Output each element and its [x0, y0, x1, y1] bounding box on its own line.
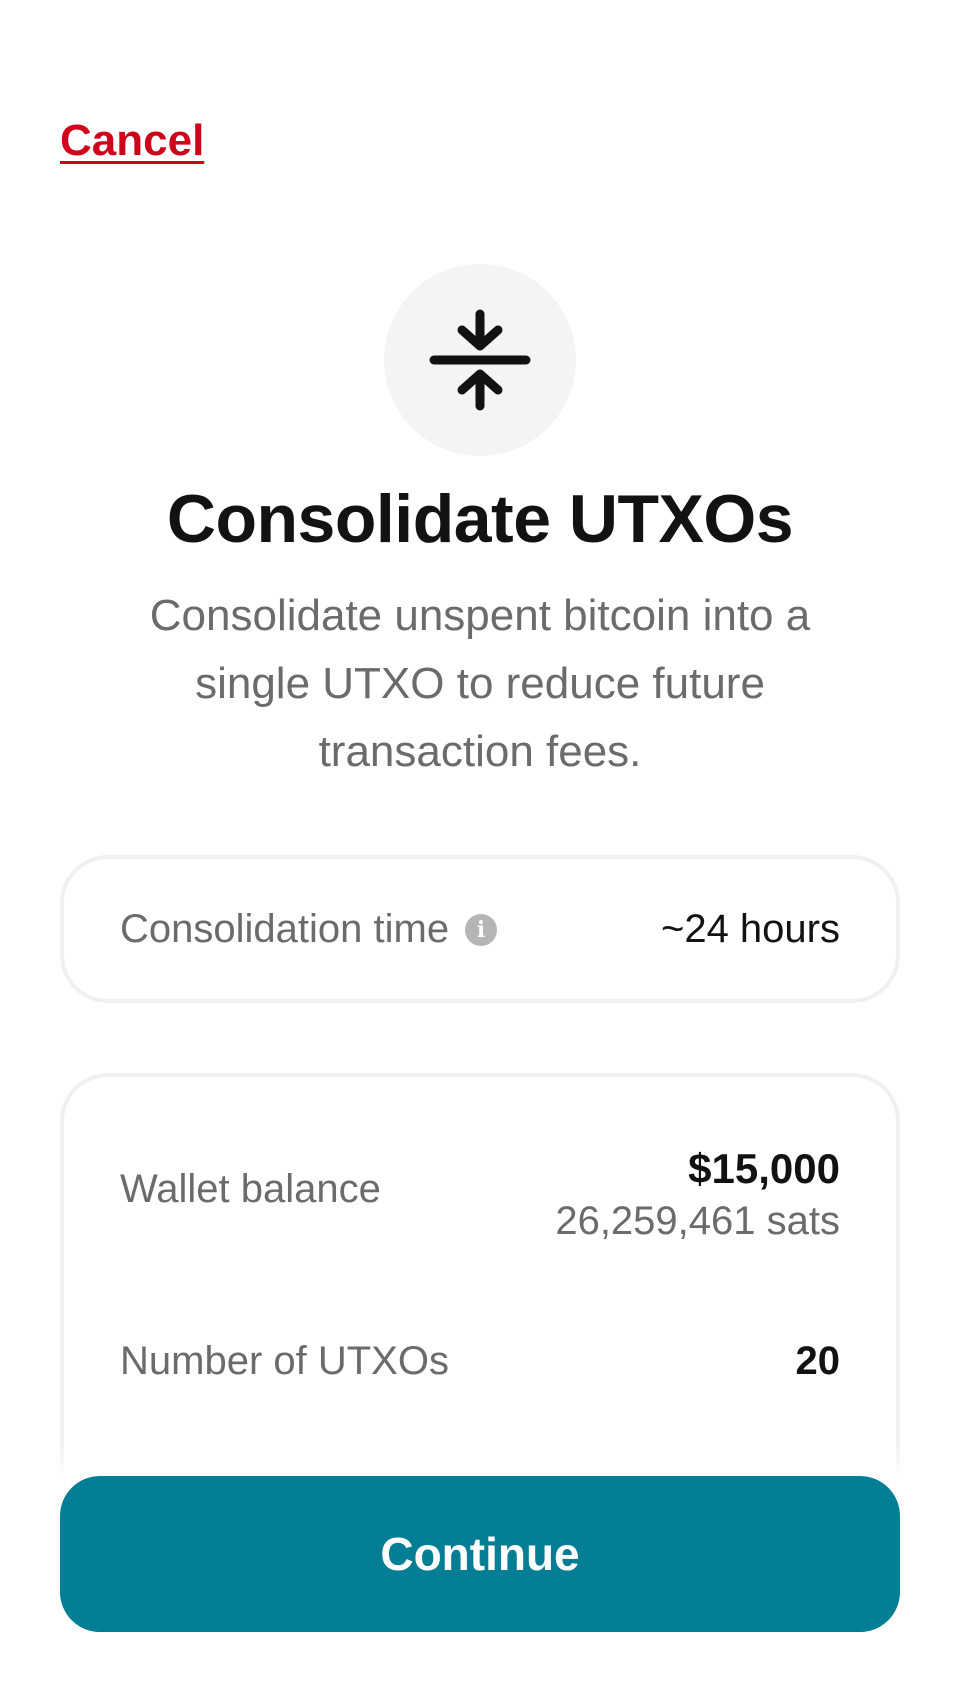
wallet-balance-label: Wallet balance — [120, 1167, 381, 1211]
compress-vertical-icon — [429, 309, 531, 411]
page-description: Consolidate unspent bitcoin into a singl… — [149, 591, 811, 776]
wallet-summary-card: Wallet balance $15,000 26,259,461 sats N… — [60, 1073, 900, 1473]
utxo-count-label: Number of UTXOs — [120, 1339, 449, 1383]
consolidate-icon-badge — [384, 264, 576, 456]
consolidation-time-value: ~24 hours — [660, 907, 840, 951]
scroll-fade — [56, 1440, 904, 1480]
cancel-link[interactable]: Cancel — [60, 116, 204, 166]
wallet-balance-sats: 26,259,461 sats — [555, 1199, 840, 1243]
utxo-count-value: 20 — [795, 1339, 841, 1383]
consolidation-time-card: Consolidation time i ~24 hours — [60, 855, 900, 1003]
wallet-balance-usd: $15,000 — [688, 1145, 840, 1192]
page-title: Consolidate UTXOs — [166, 481, 794, 557]
wallet-balance-value: $15,000 26,259,461 sats — [555, 1143, 840, 1247]
continue-button[interactable]: Continue — [60, 1476, 900, 1632]
consolidation-time-row: Consolidation time i — [120, 907, 498, 952]
consolidation-time-label: Consolidation time — [120, 907, 450, 951]
info-icon[interactable]: i — [465, 913, 498, 946]
